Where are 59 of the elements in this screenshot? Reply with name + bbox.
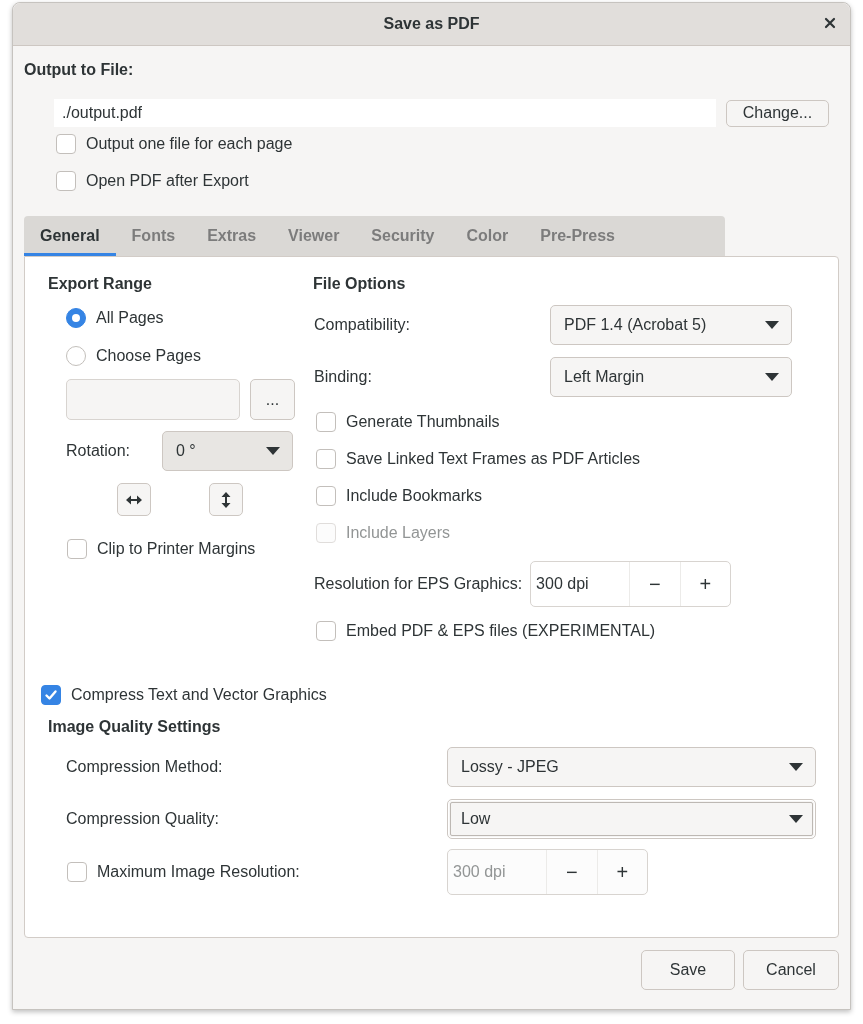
caret-icon <box>789 815 803 823</box>
dropdown[interactable]: Low <box>447 799 816 839</box>
section-heading: Output to File: <box>24 61 135 79</box>
radio-label: Choose Pages <box>96 347 201 365</box>
checkbox[interactable] <box>316 486 336 506</box>
flip-vertical-button[interactable] <box>209 483 243 516</box>
field-label: Resolution for EPS Graphics: <box>314 575 523 593</box>
dialog-button[interactable]: Cancel <box>743 950 839 990</box>
field-label: Binding: <box>314 368 372 386</box>
resolution-field[interactable]: 300 dpi <box>531 562 631 606</box>
browse-button[interactable]: ... <box>250 379 295 420</box>
vertical-arrow-icon <box>221 491 231 508</box>
checkbox-label: Embed PDF & EPS files (EXPERIMENTAL) <box>346 622 656 640</box>
checkbox-label: Save Linked Text Frames as PDF Articles <box>346 450 641 468</box>
section-heading: Image Quality Settings <box>48 718 222 736</box>
caret-icon <box>789 763 803 771</box>
checkbox-label: Maximum Image Resolution: <box>97 863 300 881</box>
radio-button[interactable] <box>66 308 86 328</box>
checkbox[interactable] <box>67 539 87 559</box>
file-path-field[interactable]: ./output.pdf <box>54 99 716 127</box>
checkbox-label: Include Layers <box>346 524 451 542</box>
checkbox-label: Output one file for each page <box>86 135 293 153</box>
checkbox[interactable] <box>56 171 76 191</box>
dropdown[interactable]: Left Margin <box>550 357 792 397</box>
section-heading: File Options <box>313 275 407 293</box>
dropdown[interactable]: PDF 1.4 (Acrobat 5) <box>550 305 792 345</box>
caret-icon <box>266 447 280 455</box>
checkbox-label: Clip to Printer Margins <box>97 540 256 558</box>
dropdown[interactable]: Lossy - JPEG <box>447 747 816 787</box>
checkbox-label: Include Bookmarks <box>346 487 483 505</box>
pages-field[interactable] <box>66 379 240 420</box>
change-button[interactable]: Change... <box>726 99 829 127</box>
checkbox[interactable] <box>56 134 76 154</box>
checkbox-label: Compress Text and Vector Graphics <box>71 686 327 704</box>
decrement-button[interactable]: − <box>630 562 681 606</box>
field-label: Compression Method: <box>66 758 223 776</box>
checkbox[interactable] <box>41 685 61 705</box>
radio-label: All Pages <box>96 309 164 327</box>
field-label: Compatibility: <box>314 316 411 334</box>
horizontal-arrow-icon <box>126 494 142 505</box>
checkbox-label: Open PDF after Export <box>86 172 249 190</box>
checkbox[interactable] <box>316 449 336 469</box>
increment-button[interactable]: + <box>680 562 731 606</box>
field-label: Compression Quality: <box>66 810 219 828</box>
dropdown[interactable]: 0 ° <box>162 431 293 471</box>
checkmark-icon <box>44 688 58 702</box>
caret-icon <box>765 373 779 381</box>
checkbox[interactable] <box>67 862 87 882</box>
flip-horizontal-button[interactable] <box>117 483 151 516</box>
caret-icon <box>765 321 779 329</box>
checkbox[interactable] <box>316 621 336 641</box>
radio-button[interactable] <box>66 346 86 366</box>
window-title: Save as PDF <box>383 15 480 33</box>
checkbox[interactable] <box>316 412 336 432</box>
section-heading: Export Range <box>48 275 153 293</box>
dialog-button[interactable]: Save <box>641 950 735 990</box>
checkbox-label: Generate Thumbnails <box>346 413 500 431</box>
close-icon[interactable] <box>824 17 836 29</box>
rotation-label: Rotation: <box>66 442 132 460</box>
